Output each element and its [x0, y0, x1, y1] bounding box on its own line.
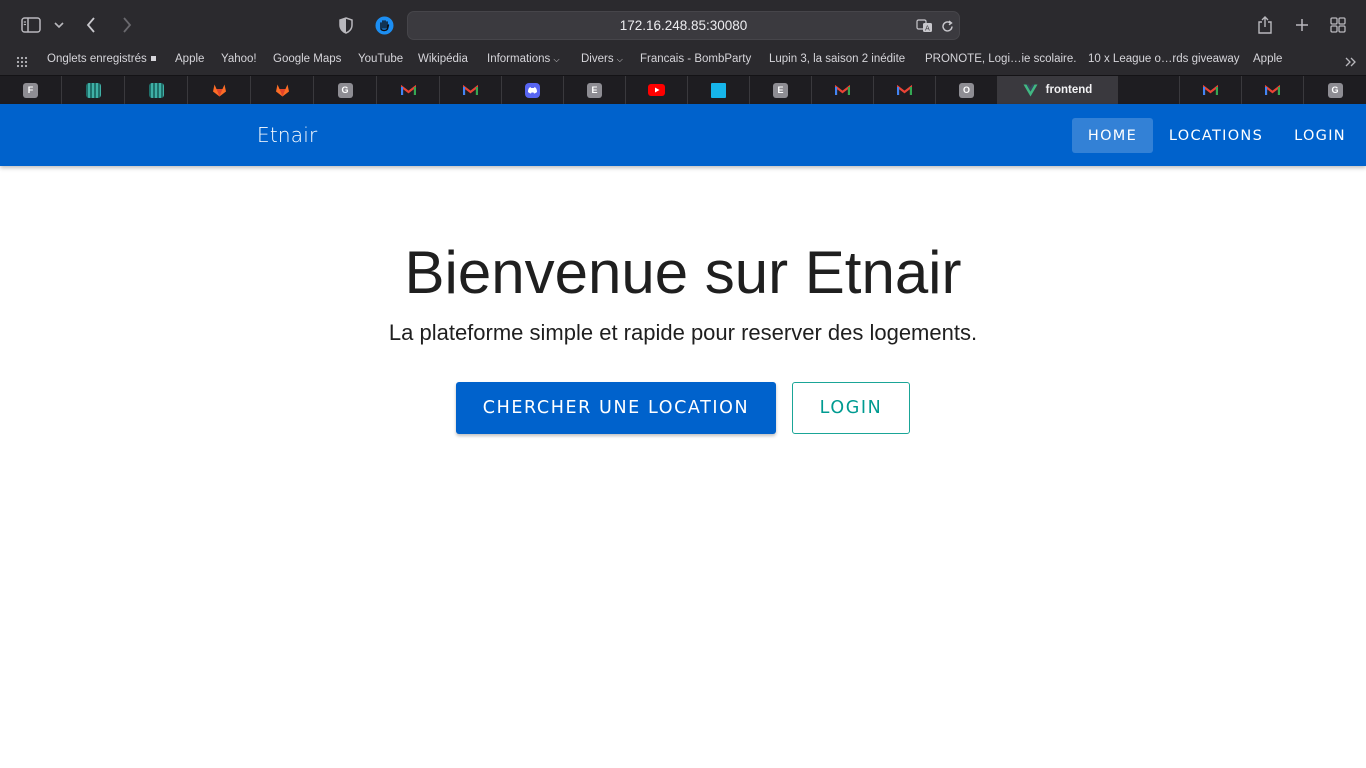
search-location-button[interactable]: CHERCHER UNE LOCATION	[456, 382, 776, 434]
browser-tab[interactable]	[188, 76, 251, 104]
bookmarks-bar: Onglets enregistrés Apple Yahoo! Google …	[0, 50, 1366, 75]
sidebar-toggle-icon[interactable]	[20, 15, 42, 35]
browser-tab[interactable]	[812, 76, 874, 104]
browser-tab[interactable]: E	[750, 76, 812, 104]
bookmark-yahoo[interactable]: Yahoo!	[221, 53, 257, 65]
more-bookmarks-icon[interactable]	[1343, 55, 1359, 69]
youtube-icon	[648, 84, 665, 96]
reload-icon[interactable]	[939, 18, 955, 34]
translate-icon[interactable]: A	[916, 18, 934, 34]
letter-g-icon: G	[337, 82, 353, 98]
bookmark-youtube[interactable]: YouTube	[358, 53, 403, 65]
url-bar[interactable]: 172.16.248.85:30080 A	[407, 11, 960, 40]
sidebar-menu-chevron-icon[interactable]	[52, 17, 66, 33]
teal-grid-icon	[148, 82, 164, 98]
letter-e-icon: E	[773, 82, 788, 98]
browser-tab[interactable]: F	[0, 76, 62, 104]
privacy-shield-icon[interactable]	[337, 15, 355, 35]
gmail-icon	[835, 83, 850, 98]
letter-o-icon: O	[959, 82, 974, 98]
forward-icon[interactable]	[119, 15, 135, 35]
bookmark-lupin[interactable]: Lupin 3, la saison 2 inédite	[769, 53, 905, 65]
browser-tab[interactable]: G	[1304, 76, 1366, 104]
browser-tab[interactable]	[688, 76, 750, 104]
browser-tab[interactable]	[251, 76, 314, 104]
gmail-icon	[463, 83, 478, 98]
bookmark-apple-2[interactable]: Apple	[1253, 53, 1282, 65]
gmail-icon	[897, 83, 912, 98]
bookmark-apple[interactable]: Apple	[175, 53, 204, 65]
vue-icon	[1023, 83, 1038, 98]
bookmark-saved-tabs[interactable]: Onglets enregistrés	[47, 53, 156, 65]
adblock-hand-icon[interactable]	[374, 15, 394, 35]
share-icon[interactable]	[1256, 14, 1274, 36]
brand-logo-text[interactable]: Etnair	[257, 123, 317, 147]
letter-e-icon: E	[587, 82, 602, 98]
nav-login[interactable]: LOGIN	[1283, 118, 1357, 153]
browser-tab[interactable]	[125, 76, 188, 104]
browser-tab[interactable]	[62, 76, 125, 104]
browser-tab[interactable]	[440, 76, 502, 104]
hero-title: Bienvenue sur Etnair	[404, 239, 962, 306]
bookmark-folder-divers[interactable]: Divers ⌵	[581, 53, 623, 65]
bookmark-pronote[interactable]: PRONOTE, Logi…ie scolaire.	[925, 53, 1076, 65]
browser-tab[interactable]: E	[564, 76, 626, 104]
browser-tab-active[interactable]: frontend	[998, 76, 1118, 104]
login-button[interactable]: LOGIN	[792, 382, 910, 434]
bookmark-folder-informations[interactable]: Informations ⌵	[487, 53, 560, 65]
blue-square-icon	[711, 82, 726, 98]
apps-grid-icon[interactable]	[15, 55, 29, 69]
hero-subtitle: La plateforme simple et rapide pour rese…	[388, 320, 978, 345]
back-icon[interactable]	[83, 15, 99, 35]
gmail-icon	[1203, 83, 1218, 98]
bookmark-google-maps[interactable]: Google Maps	[273, 53, 341, 65]
browser-toolbar: 172.16.248.85:30080 A	[0, 0, 1366, 50]
letter-f-icon: F	[23, 82, 38, 98]
browser-tab[interactable]	[626, 76, 688, 104]
browser-tab[interactable]	[377, 76, 440, 104]
chevron-down-icon: ⌵	[616, 55, 623, 64]
discord-icon	[525, 82, 540, 98]
bookmark-bombparty[interactable]: Francais - BombParty	[640, 53, 751, 65]
browser-tab[interactable]: G	[314, 76, 377, 104]
gitlab-icon	[212, 83, 227, 98]
browser-tab[interactable]: O	[936, 76, 998, 104]
teal-grid-icon	[85, 82, 101, 98]
gitlab-icon	[275, 83, 290, 98]
url-text: 172.16.248.85:30080	[619, 18, 748, 33]
bookmark-league-giveaway[interactable]: 10 x League o…rds giveaway	[1088, 53, 1240, 65]
new-tab-icon[interactable]	[1293, 16, 1311, 34]
browser-tab[interactable]	[1180, 76, 1242, 104]
nav-locations[interactable]: LOCATIONS	[1163, 118, 1269, 153]
tab-label: frontend	[1045, 84, 1093, 96]
chevron-down-icon: ⌵	[553, 55, 560, 64]
blank-icon	[1141, 83, 1156, 98]
stop-square-icon	[150, 56, 156, 62]
tab-strip: F G E E O frontend G	[0, 75, 1366, 104]
gmail-icon	[1265, 83, 1280, 98]
browser-tab[interactable]	[502, 76, 564, 104]
tab-overview-icon[interactable]	[1329, 16, 1347, 34]
browser-tab[interactable]	[1118, 76, 1180, 104]
nav-home[interactable]: HOME	[1072, 118, 1153, 153]
app-navbar: Etnair HOME LOCATIONS LOGIN	[0, 104, 1366, 166]
browser-tab[interactable]	[874, 76, 936, 104]
bookmark-wikipedia[interactable]: Wikipédia	[418, 53, 468, 65]
browser-tab[interactable]	[1242, 76, 1304, 104]
gmail-icon	[400, 83, 416, 98]
letter-g-icon: G	[1327, 82, 1343, 98]
svg-text:A: A	[925, 25, 930, 33]
